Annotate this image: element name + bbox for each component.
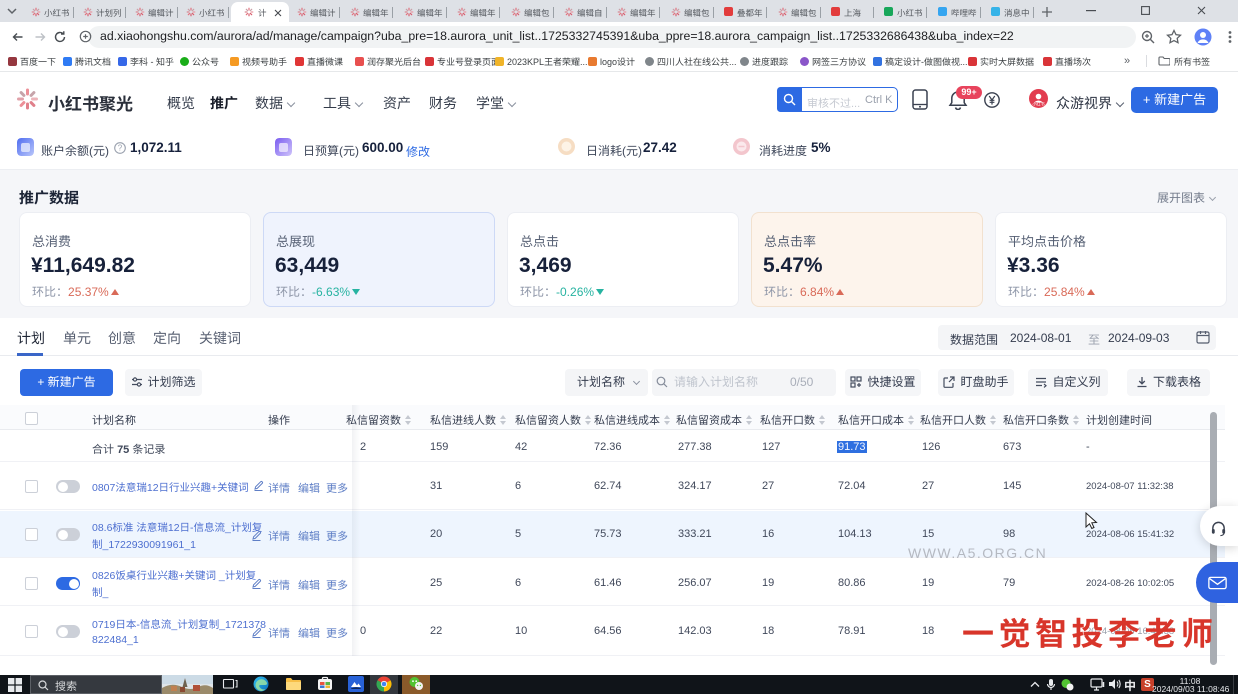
svg-text:小红书: 小红书 <box>1032 101 1045 106</box>
svg-text:?: ? <box>118 144 123 153</box>
